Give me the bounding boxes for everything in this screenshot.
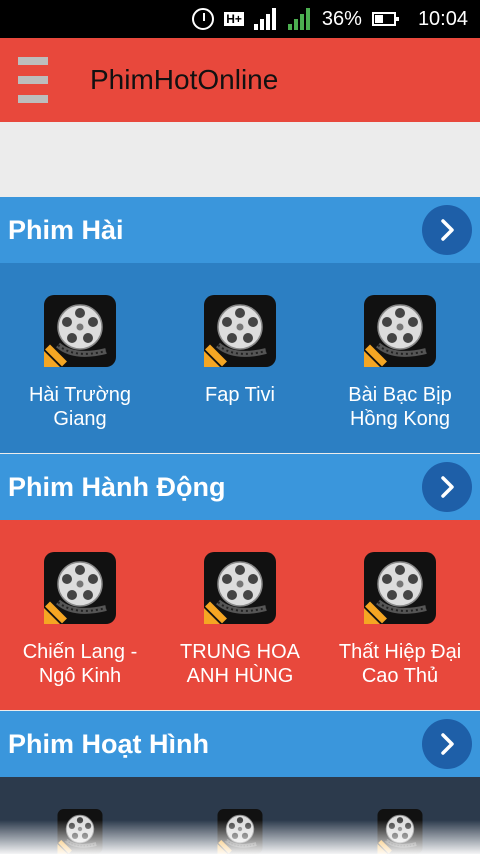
movie-label: TRUNG HOA ANH HÙNG (180, 641, 300, 687)
movie-label: Thất Hiệp Đại Cao Thủ (338, 641, 462, 687)
movie-item[interactable]: Fap Tivi (160, 263, 320, 453)
film-reel-icon (364, 552, 436, 624)
network-type-icon: H+ (224, 12, 244, 26)
movie-label: Bài Bạc Bịp Hồng Kong (348, 384, 452, 430)
film-reel-icon (364, 295, 436, 367)
section-header-phim-hoat-hinh[interactable]: Phim Hoạt Hình (0, 711, 480, 777)
film-reel-icon (44, 552, 116, 624)
section-title: Phim Hoạt Hình (8, 728, 209, 759)
app-title: PhimHotOnline (90, 64, 279, 95)
movie-label: Chiến Lang - Ngô Kinh (22, 641, 138, 687)
ad-banner-area (0, 122, 480, 197)
battery-icon (371, 12, 399, 26)
section-body-phim-hanh-dong: Chiến Lang - Ngô Kinh TRUNG HOA ANH HÙNG… (0, 520, 480, 710)
section-title: Phim Hành Động (8, 471, 226, 502)
signal-sim2-icon (287, 8, 312, 30)
movie-label: Hài Trường Giang (28, 384, 132, 430)
section-header-phim-hanh-dong[interactable]: Phim Hành Động (0, 454, 480, 520)
film-reel-icon (204, 552, 276, 624)
section-title: Phim Hài (8, 214, 124, 245)
signal-sim1-icon (253, 8, 278, 30)
status-bar: H+ 36% 10:04 (0, 0, 480, 38)
status-time: 10:04 (417, 7, 468, 30)
chevron-right-icon[interactable] (422, 719, 472, 769)
chevron-right-icon[interactable] (422, 462, 472, 512)
app-bar: PhimHotOnline (0, 38, 480, 122)
hamburger-icon[interactable] (18, 57, 48, 103)
movie-item[interactable]: Thất Hiệp Đại Cao Thủ (320, 520, 480, 710)
chevron-right-icon[interactable] (422, 205, 472, 255)
movie-item[interactable]: Chiến Lang - Ngô Kinh (0, 520, 160, 710)
movie-label: Fap Tivi (204, 384, 276, 406)
movie-item[interactable]: Hài Trường Giang (0, 263, 160, 453)
battery-percent: 36% (321, 7, 362, 30)
section-header-phim-hai[interactable]: Phim Hài (0, 197, 480, 263)
section-body-phim-hai: Hài Trường Giang Fap Tivi Bài Bạc Bịp Hồ… (0, 263, 480, 453)
bottom-fade (0, 820, 480, 854)
film-reel-icon (204, 295, 276, 367)
movie-item[interactable]: Bài Bạc Bịp Hồng Kong (320, 263, 480, 453)
film-reel-icon (44, 295, 116, 367)
movie-item[interactable]: TRUNG HOA ANH HÙNG (160, 520, 320, 710)
alarm-icon (192, 8, 215, 30)
